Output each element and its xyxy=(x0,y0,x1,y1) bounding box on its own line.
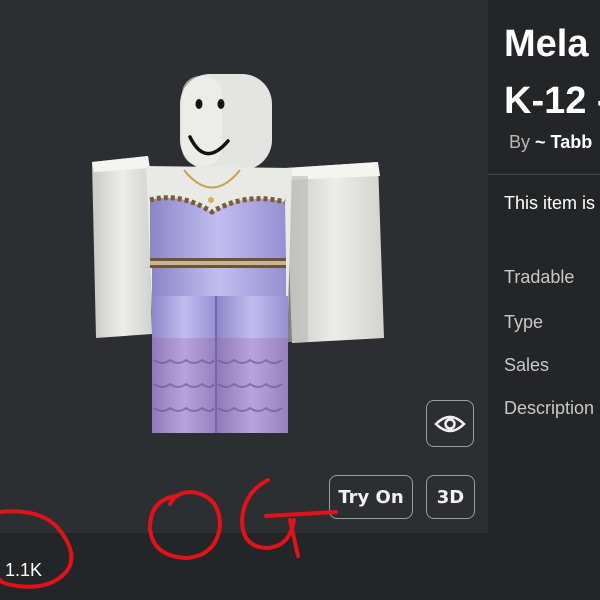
item-stats-bar xyxy=(0,533,600,600)
favorite-count: 1.1K xyxy=(5,560,43,580)
divider xyxy=(488,174,600,175)
eye-icon xyxy=(434,415,466,432)
avatar-legs xyxy=(152,296,288,433)
item-preview-panel: Try On 3D xyxy=(0,0,488,533)
byline-prefix: By xyxy=(509,132,531,152)
avatar-head xyxy=(180,74,272,170)
item-title-line-1: Mela xyxy=(504,23,589,65)
item-title-line-2: K-12 - xyxy=(504,80,600,122)
avatar-right-arm xyxy=(286,162,384,343)
3d-view-button[interactable]: 3D xyxy=(426,475,475,519)
detail-label-description: Description xyxy=(504,398,595,418)
creator-byline: By ~ Tabb xyxy=(509,132,592,153)
item-title: Mela K-12 - xyxy=(504,16,600,130)
item-info-panel: Mela K-12 - By ~ Tabb This item is Trada… xyxy=(488,0,600,533)
detail-label-tradable: Tradable xyxy=(504,267,575,287)
preview-eye-button[interactable] xyxy=(426,400,474,447)
try-on-button[interactable]: Try On xyxy=(329,475,413,519)
detail-label-sales: Sales xyxy=(504,355,550,375)
item-notice: This item is xyxy=(504,193,596,213)
creator-link[interactable]: ~ Tabb xyxy=(535,132,592,152)
avatar-torso xyxy=(146,166,292,312)
avatar-left-arm xyxy=(92,156,152,338)
avatar-3d-model xyxy=(92,74,384,433)
detail-label-type: Type xyxy=(504,312,544,332)
